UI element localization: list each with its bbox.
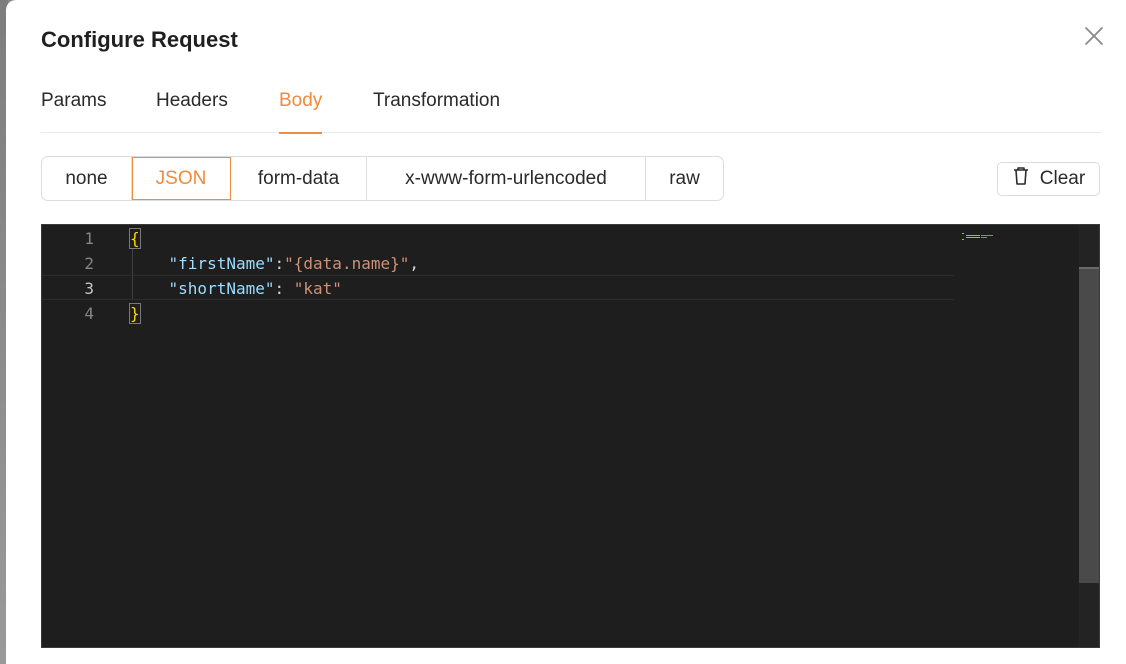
tab-params[interactable]: Params	[41, 90, 106, 133]
body-type-none[interactable]: none	[42, 157, 132, 200]
body-type-form-data[interactable]: form-data	[231, 157, 367, 200]
body-type-selector: none JSON form-data x-www-form-urlencode…	[41, 156, 724, 201]
close-brace: }	[129, 303, 141, 324]
line-number: 1	[84, 229, 94, 248]
open-brace: {	[129, 228, 141, 249]
body-type-urlencoded[interactable]: x-www-form-urlencoded	[367, 157, 646, 200]
close-icon[interactable]	[1082, 24, 1106, 48]
configure-request-dialog: Configure Request Params Headers Body Tr…	[6, 0, 1126, 664]
tab-transformation[interactable]: Transformation	[373, 90, 500, 133]
json-value: "kat"	[293, 279, 342, 298]
code-line-current: 3 "shortName": "kat"	[42, 275, 954, 300]
json-code-editor[interactable]: 1 { 2 "firstName":"{data.name}", 3 "shor…	[41, 224, 1100, 648]
json-key: "shortName"	[168, 279, 275, 298]
code-line: 2 "firstName":"{data.name}",	[42, 251, 954, 276]
body-type-raw[interactable]: raw	[646, 157, 723, 200]
dialog-title: Configure Request	[41, 27, 238, 52]
line-number: 3	[84, 279, 94, 298]
trash-icon	[1012, 166, 1030, 192]
clear-button[interactable]: Clear	[997, 162, 1100, 196]
line-number: 2	[84, 254, 94, 273]
scrollbar-thumb[interactable]	[1079, 267, 1099, 583]
json-key: "firstName"	[168, 254, 275, 273]
line-content: {	[129, 226, 141, 251]
tab-headers[interactable]: Headers	[156, 90, 228, 133]
code-line: 4 }	[42, 301, 954, 326]
clear-label: Clear	[1039, 168, 1086, 189]
line-content: "shortName": "kat"	[130, 276, 342, 301]
json-comma: ,	[409, 254, 420, 273]
json-colon: :	[274, 254, 285, 273]
line-number: 4	[84, 304, 94, 323]
line-content: }	[129, 301, 141, 326]
line-content: "firstName":"{data.name}",	[130, 251, 419, 276]
json-colon: :	[274, 279, 294, 298]
code-line: 1 {	[42, 226, 954, 251]
editor-scrollbar[interactable]	[1079, 225, 1099, 647]
request-tabs: Params Headers Body Transformation	[41, 86, 1101, 134]
body-type-json[interactable]: JSON	[132, 157, 231, 200]
tab-body[interactable]: Body	[279, 90, 323, 134]
editor-minimap[interactable]	[960, 227, 1002, 240]
json-value: "{data.name}"	[284, 254, 410, 273]
